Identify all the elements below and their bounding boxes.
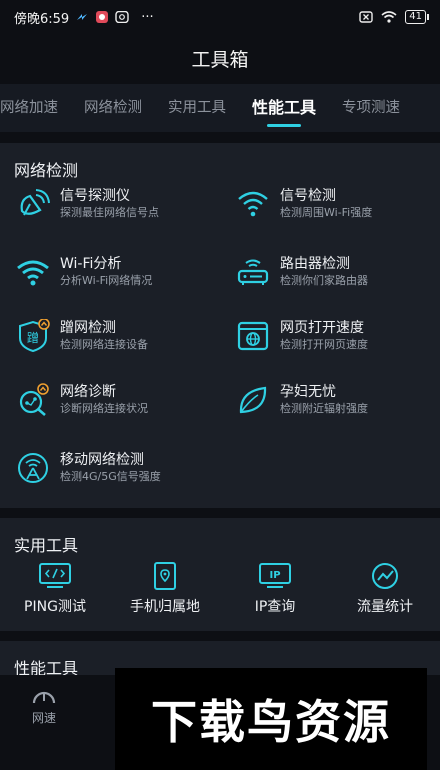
network-diagnosis-icon	[19, 383, 49, 416]
tool-ping-test[interactable]: PING测试	[0, 562, 110, 616]
ip-icon-text: IP	[269, 570, 280, 581]
router-icon	[237, 259, 269, 285]
wifi-status-icon	[381, 11, 397, 23]
tab-network-detection[interactable]: 网络检测	[71, 84, 155, 132]
tool-title: Wi-Fi分析	[60, 256, 122, 272]
tool-phone-location[interactable]: 手机归属地	[110, 562, 220, 616]
tool-router-detection[interactable]: 路由器检测 检测你们家路由器	[236, 255, 436, 289]
wifi-icon	[17, 260, 49, 286]
speed-arrow-icon	[77, 14, 88, 20]
utility-tools-card: 实用工具 PING测试 手机归属地 IP IP查询 流量统计	[0, 518, 440, 631]
tab-special-speed-test[interactable]: 专项测速	[329, 84, 413, 132]
more-status-dots: ···	[141, 9, 154, 25]
tool-desc: 检测网络连接设备	[60, 338, 148, 351]
section-title-network: 网络检测	[14, 161, 79, 180]
message-notification-icon	[115, 11, 129, 23]
nav-item-label: 网速	[31, 711, 56, 725]
tool-ip-lookup[interactable]: IP IP查询	[220, 562, 330, 616]
tool-wifi-analysis[interactable]: Wi-Fi分析 分析Wi-Fi网络情况	[16, 255, 216, 289]
tool-webpage-speed[interactable]: 网页打开速度 检测打开网页速度	[236, 319, 436, 353]
network-detection-card: 网络检测 信号探测仪 探测最佳网络信号点 信号检测 检测周围Wi-Fi强度 Wi…	[0, 143, 440, 508]
tool-label: PING测试	[24, 599, 86, 615]
section-title-utility: 实用工具	[14, 536, 79, 555]
browser-globe-icon	[237, 321, 269, 351]
nav-item-speed[interactable]: 网速	[22, 685, 66, 726]
battery-indicator: 41	[405, 10, 429, 24]
page-title-text: 工具箱	[191, 48, 249, 71]
tool-title: 信号检测	[280, 188, 336, 204]
tool-desc: 诊断网络连接状况	[60, 402, 148, 415]
watermark-text: 下载鸟资源	[151, 695, 391, 749]
speedometer-icon	[32, 691, 56, 704]
tool-label: IP查询	[254, 599, 296, 615]
wifi-signal-icon	[238, 191, 268, 217]
sim-off-icon	[359, 11, 373, 23]
tool-pregnancy-radiation[interactable]: 孕妇无忧 检测附近辐射强度	[236, 383, 436, 417]
tool-traffic-stats[interactable]: 流量统计	[330, 562, 440, 616]
tool-desc: 检测附近辐射强度	[280, 402, 368, 415]
tool-title: 孕妇无忧	[280, 384, 336, 400]
tool-desc: 检测4G/5G信号强度	[60, 470, 161, 483]
status-bar: 傍晚6:59 ··· 41	[0, 0, 440, 34]
tab-utility-tools[interactable]: 实用工具	[155, 84, 239, 132]
tool-title: 信号探测仪	[60, 188, 130, 204]
tool-desc: 探测最佳网络信号点	[60, 206, 159, 219]
tool-title: 网络诊断	[60, 384, 116, 400]
tool-desc: 检测周围Wi-Fi强度	[280, 206, 373, 219]
page-title: 工具箱	[0, 34, 440, 82]
tool-desc: 分析Wi-Fi网络情况	[60, 274, 153, 287]
satellite-dish-icon	[20, 189, 50, 216]
leaf-icon	[239, 386, 267, 414]
shield-label: 蹭	[27, 331, 39, 345]
tool-network-diagnosis[interactable]: 网络诊断 诊断网络连接状况	[16, 383, 216, 417]
watermark-banner: 下载鸟资源	[115, 668, 427, 770]
tool-signal-probe[interactable]: 信号探测仪 探测最佳网络信号点	[16, 187, 216, 221]
category-tabs: 网络加速 网络检测 实用工具 性能工具 专项测速	[0, 84, 440, 132]
status-time: 傍晚6:59	[14, 11, 70, 27]
tool-label: 流量统计	[357, 599, 413, 615]
phone-location-icon	[154, 562, 176, 590]
tool-desc: 检测打开网页速度	[280, 338, 368, 351]
tab-performance-tools[interactable]: 性能工具	[239, 84, 329, 132]
ip-monitor-icon: IP	[259, 563, 291, 588]
freeloader-shield-icon: 蹭	[19, 319, 50, 353]
tool-title: 路由器检测	[280, 256, 350, 272]
code-monitor-icon	[39, 563, 71, 588]
traffic-chart-icon	[372, 563, 398, 589]
tool-freeloader-detection[interactable]: 蹭 蹭网检测 检测网络连接设备	[16, 319, 216, 353]
tool-title: 蹭网检测	[60, 320, 116, 336]
tool-title: 网页打开速度	[280, 320, 364, 336]
tool-mobile-network[interactable]: 移动网络检测 检测4G/5G信号强度	[16, 451, 216, 485]
tab-network-acceleration[interactable]: 网络加速	[0, 84, 71, 132]
app-notification-icon	[96, 11, 109, 23]
tool-desc: 检测你们家路由器	[280, 274, 368, 287]
tool-title: 移动网络检测	[60, 452, 144, 468]
tool-label: 手机归属地	[130, 599, 200, 615]
cell-tower-icon	[18, 453, 48, 483]
tool-signal-detection[interactable]: 信号检测 检测周围Wi-Fi强度	[236, 187, 436, 221]
